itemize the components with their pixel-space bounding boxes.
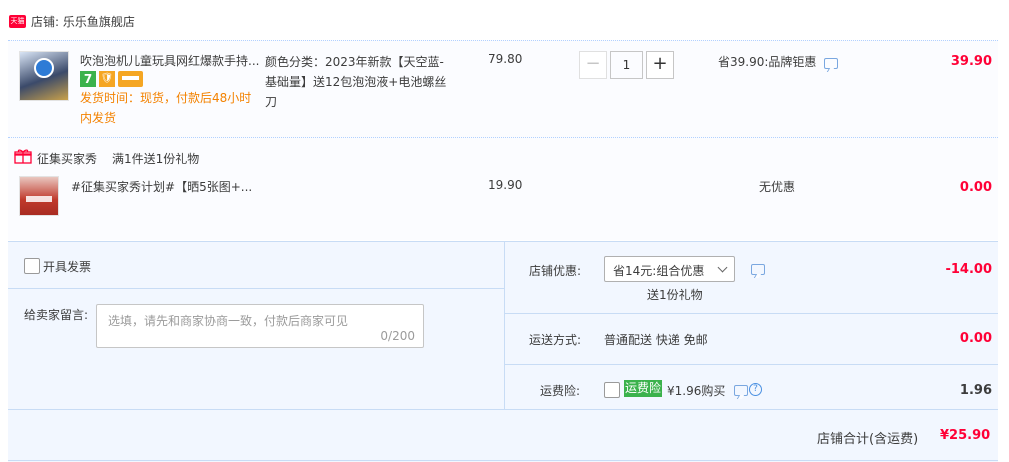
insurance-amount: 1.96 <box>959 383 992 398</box>
item-sku: 颜色分类：2023年新款【天空蓝-基础量】送12包泡泡液+电池螺丝刀 <box>265 55 447 109</box>
bottom-divider <box>8 460 998 461</box>
shipping-label: 运送方式: <box>529 333 582 347</box>
chevron-down-icon <box>717 262 728 273</box>
shop-discount-selected: 省14元:组合优惠 <box>613 264 705 278</box>
shop-name[interactable]: 店铺: 乐乐鱼旗舰店 <box>31 13 135 30</box>
decrease-quantity-button[interactable]: − <box>579 51 607 79</box>
gift-icon <box>14 149 32 164</box>
insurance-label: 运费险: <box>540 384 581 398</box>
gift-promo: 满1件送1份礼物 <box>112 152 200 166</box>
increase-quantity-button[interactable]: + <box>646 51 674 79</box>
guarantee-icon[interactable]: 🛡 <box>99 71 115 87</box>
gift-discount: 无优惠 <box>759 180 796 194</box>
help-icon[interactable]: ? <box>749 383 762 396</box>
insurance-info-icon[interactable] <box>734 385 748 396</box>
insurance-price: ¥1.96购买 <box>667 384 726 398</box>
insurance-checkbox[interactable] <box>604 382 620 398</box>
gift-label: 征集买家秀 <box>37 152 98 166</box>
order-items-panel <box>8 40 998 240</box>
row-divider <box>504 364 998 365</box>
row-divider <box>504 313 998 314</box>
shop-discount-amount: -14.00 <box>945 262 992 277</box>
item-title[interactable]: 吹泡泡机儿童玩具网红爆款手持... <box>80 52 260 69</box>
row-divider <box>8 288 504 289</box>
unit-price: 79.80 <box>488 52 523 66</box>
shipping-method: 普通配送 快递 免邮 <box>604 333 708 347</box>
ship-time: 发货时间：现货，付款后48小时内发货 <box>80 91 252 125</box>
shop-discount-label: 店铺优惠: <box>529 264 582 278</box>
quantity-stepper: − 1 + <box>579 51 675 79</box>
gift-unit-price: 19.90 <box>488 178 523 192</box>
seven-day-return-icon[interactable]: 7 <box>80 71 96 87</box>
shop-discount-info-icon[interactable] <box>751 264 765 275</box>
invoice-label[interactable]: 开具发票 <box>43 258 91 275</box>
gift-item-title[interactable]: #征集买家秀计划#【晒5张图+... <box>71 178 252 195</box>
item-subtotal: 39.90 <box>950 54 992 69</box>
shop-total-amount: ¥25.90 <box>940 428 991 443</box>
item-discount: 省39.90:品牌钜惠 <box>718 55 817 69</box>
tmall-badge-icon: 天猫 <box>9 15 26 28</box>
shop-header <box>0 0 1009 40</box>
shop-discount-note: 送1份礼物 <box>647 288 703 302</box>
credit-card-icon[interactable] <box>118 71 143 87</box>
shipping-amount: 0.00 <box>959 331 992 346</box>
gift-subtotal: 0.00 <box>959 180 992 195</box>
shop-discount-select[interactable]: 省14元:组合优惠 <box>604 256 735 282</box>
product-thumbnail[interactable] <box>19 51 69 101</box>
quantity-input[interactable]: 1 <box>610 51 643 79</box>
memo-placeholder: 选填，请先和商家协商一致，付款后商家可见 <box>108 314 349 328</box>
invoice-checkbox[interactable] <box>24 258 40 274</box>
memo-label: 给卖家留言: <box>24 308 89 322</box>
gift-thumbnail[interactable] <box>19 176 59 216</box>
discount-info-icon[interactable] <box>824 58 838 69</box>
column-divider <box>504 241 505 409</box>
memo-counter: 0/200 <box>380 329 415 343</box>
memo-input[interactable]: 选填，请先和商家协商一致，付款后商家可见 0/200 <box>96 304 424 348</box>
row-divider <box>8 409 998 410</box>
shop-total-label: 店铺合计(含运费) <box>817 432 919 447</box>
insurance-tag: 运费险 <box>624 380 662 397</box>
item-divider <box>8 137 998 138</box>
